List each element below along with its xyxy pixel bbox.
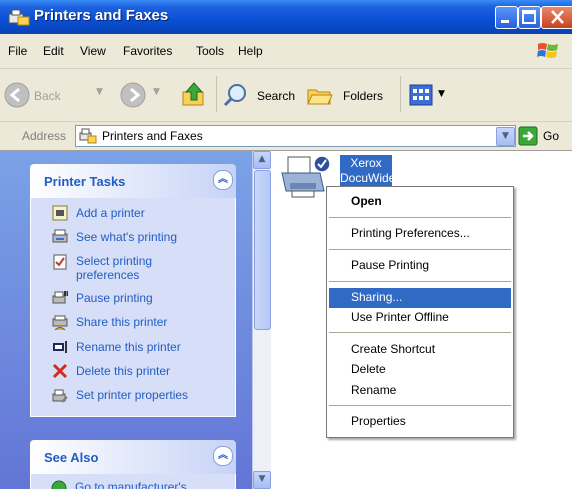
scroll-up-button[interactable]: ▲ (253, 151, 271, 169)
search-label: Search (257, 89, 296, 103)
menu-edit[interactable]: Edit (43, 44, 64, 58)
rename-icon (53, 341, 67, 353)
menu-tools[interactable]: Tools (196, 44, 224, 58)
collapse-icon[interactable]: ︽ (213, 446, 233, 466)
menu-view[interactable]: View (80, 44, 106, 58)
close-button[interactable] (541, 6, 572, 29)
folders-label: Folders (343, 89, 384, 103)
preferences-icon (53, 254, 67, 270)
printer-name-line2: DocuWide (340, 171, 396, 185)
go-button[interactable]: Go (518, 125, 568, 147)
menu-rename[interactable]: Rename (351, 383, 396, 397)
menu-pause-printing[interactable]: Pause Printing (351, 258, 429, 272)
add-printer-icon (52, 205, 68, 221)
delete-icon (52, 363, 68, 379)
context-menu: Open Printing Preferences... Pause Print… (326, 186, 514, 438)
views-icon (409, 84, 433, 106)
task-set-properties[interactable]: Set printer properties (76, 388, 188, 402)
menu-help[interactable]: Help (238, 44, 263, 58)
menu-use-offline[interactable]: Use Printer Offline (351, 310, 449, 324)
task-delete-printer[interactable]: Delete this printer (76, 364, 170, 378)
scroll-thumb[interactable] (254, 170, 271, 330)
back-arrow-icon (4, 82, 30, 108)
menu-favorites[interactable]: Favorites (123, 44, 172, 58)
menu-sharing[interactable]: Sharing... (351, 290, 402, 304)
go-arrow-icon (518, 126, 538, 146)
menu-open[interactable]: Open (351, 194, 382, 208)
task-select-preferences-line2[interactable]: preferences (76, 268, 139, 282)
task-rename-printer[interactable]: Rename this printer (76, 340, 181, 354)
window-title: Printers and Faxes (34, 7, 169, 24)
task-pause-printing[interactable]: Pause printing (76, 291, 153, 305)
back-button[interactable]: Back ▼ (4, 80, 114, 110)
menu-printing-preferences[interactable]: Printing Preferences... (351, 226, 470, 240)
maximize-button[interactable] (518, 6, 541, 29)
print-queue-icon (52, 229, 68, 243)
toolbar-separator (216, 76, 217, 112)
up-folder-icon[interactable] (180, 80, 208, 108)
task-add-printer[interactable]: Add a printer (76, 206, 145, 220)
toolbar-separator (400, 76, 401, 112)
forward-arrow-icon (120, 82, 146, 108)
menu-separator (329, 405, 511, 406)
folders-icon (307, 89, 333, 105)
scroll-down-button[interactable]: ▼ (253, 471, 271, 489)
printer-name-line1: Xerox (350, 156, 382, 170)
maximize-icon (522, 10, 536, 24)
menu-delete[interactable]: Delete (351, 362, 386, 376)
menu-properties[interactable]: Properties (351, 414, 406, 428)
printer-tasks-title: Printer Tasks (44, 174, 126, 189)
task-select-preferences[interactable]: Select printing (76, 254, 152, 268)
menu-separator (329, 332, 511, 333)
task-share-printer[interactable]: Share this printer (76, 315, 167, 329)
forward-dropdown-icon[interactable]: ▼ (153, 87, 160, 97)
views-dropdown-icon[interactable]: ▼ (438, 89, 445, 99)
address-value: Printers and Faxes (102, 129, 203, 143)
printer-label[interactable]: Xerox DocuWide (340, 155, 396, 186)
pause-printer-icon (52, 291, 68, 304)
task-see-printing[interactable]: See what's printing (76, 230, 177, 244)
menu-separator (329, 217, 511, 218)
menu-separator (329, 249, 511, 250)
printers-folder-icon (79, 128, 97, 144)
close-icon (550, 10, 564, 24)
menu-separator (329, 281, 511, 282)
address-label: Address (22, 129, 67, 143)
printers-folder-icon (8, 9, 30, 26)
minimize-button[interactable] (495, 6, 518, 29)
forward-button[interactable]: ▼ (120, 80, 168, 110)
menu-file[interactable]: File (8, 44, 27, 58)
see-also-header[interactable]: See Also ︽ (30, 440, 236, 474)
back-label: Back (34, 89, 61, 103)
windows-logo-icon (537, 43, 558, 58)
collapse-icon[interactable]: ︽ (213, 170, 233, 190)
minimize-icon (501, 20, 509, 23)
share-printer-icon (52, 315, 68, 331)
search-icon (223, 84, 246, 107)
search-button[interactable]: Search (222, 80, 300, 110)
printer-icon[interactable] (280, 153, 332, 203)
menu-create-shortcut[interactable]: Create Shortcut (351, 342, 435, 356)
properties-icon (52, 389, 68, 403)
go-label: Go (543, 129, 560, 143)
address-dropdown-button[interactable]: ▼ (496, 127, 515, 146)
printer-tasks-header[interactable]: Printer Tasks ︽ (30, 164, 236, 198)
see-also-panel: Go to manufacturer's (30, 474, 236, 490)
see-also-title: See Also (44, 450, 99, 465)
address-input[interactable]: Printers and Faxes ▼ (75, 125, 516, 147)
views-button[interactable]: ▼ (408, 82, 450, 108)
folders-button[interactable]: Folders (306, 80, 392, 110)
back-dropdown-icon[interactable]: ▼ (96, 87, 103, 97)
